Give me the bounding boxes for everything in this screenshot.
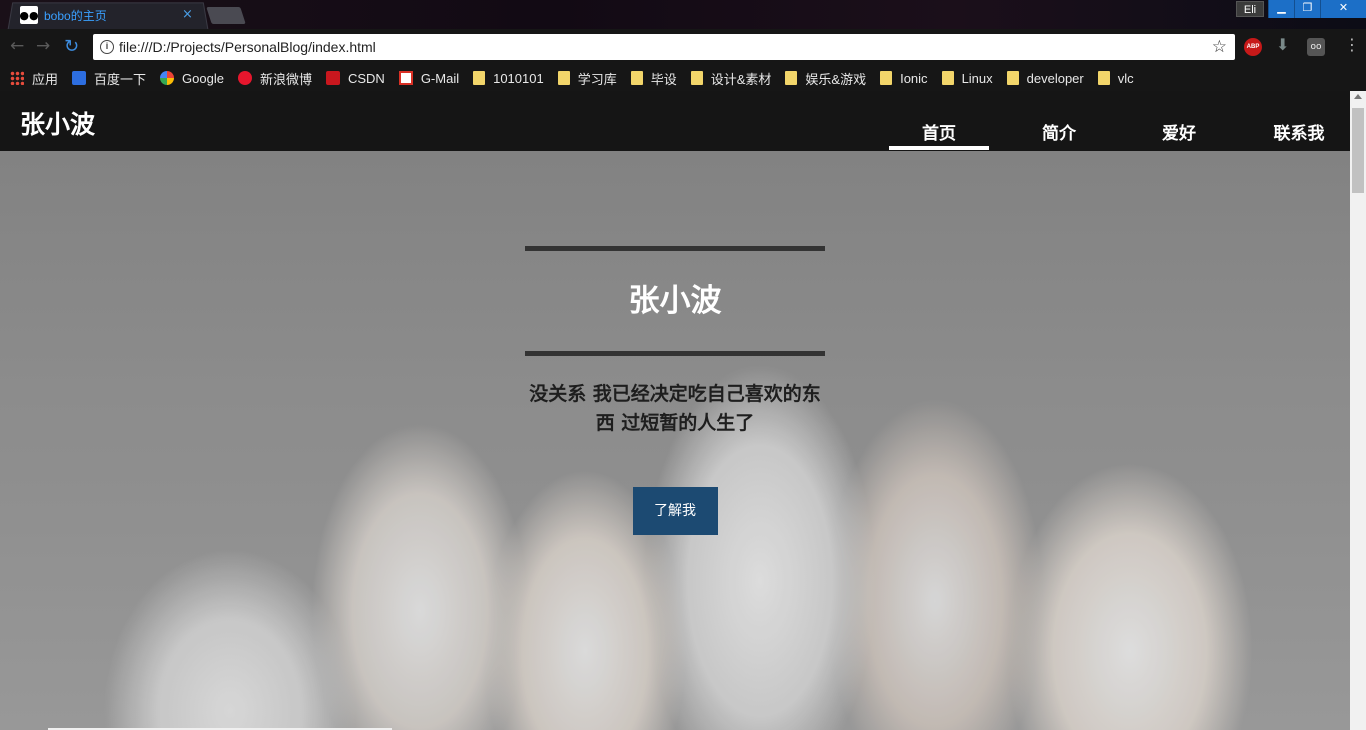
new-tab-button[interactable] xyxy=(206,7,246,24)
gmail-icon xyxy=(398,71,413,85)
learn-more-button[interactable]: 了解我 xyxy=(632,487,718,535)
bookmark-item[interactable]: 1010101 xyxy=(473,71,544,86)
folder-icon xyxy=(941,71,954,85)
folder-icon xyxy=(473,71,486,85)
tab-close-icon[interactable]: × xyxy=(182,7,193,22)
bookmark-label: Google xyxy=(182,70,224,86)
forward-arrow-icon[interactable]: → xyxy=(36,36,50,56)
extension-icon[interactable]: oo xyxy=(1307,38,1325,56)
reload-icon[interactable]: ↻ xyxy=(64,36,79,57)
bookmark-item[interactable]: developer xyxy=(1006,70,1084,86)
folder-icon xyxy=(1006,71,1019,85)
bookmark-item[interactable]: 毕设 xyxy=(630,69,677,88)
adblock-icon[interactable]: ABP xyxy=(1244,38,1262,56)
browser-titlebar: ●● bobo的主页 × Eli ▁ ❐ ✕ xyxy=(0,0,1366,30)
hero-content: 张小波 没关系 我已经决定吃自己喜欢的东西 过短暂的人生了 了解我 xyxy=(525,246,825,535)
apps-icon xyxy=(10,71,24,85)
bookmark-label: 娱乐&游戏 xyxy=(805,71,867,87)
bookmark-item[interactable]: 娱乐&游戏 xyxy=(785,69,866,88)
url-text[interactable]: file:///D:/Projects/PersonalBlog/index.h… xyxy=(119,39,376,55)
bookmark-item[interactable]: Google xyxy=(160,71,224,86)
nav-item-about[interactable]: 简介 xyxy=(1009,119,1109,144)
profile-button[interactable]: Eli xyxy=(1236,1,1264,17)
browser-toolbar: ← → ↻ i file:///D:/Projects/PersonalBlog… xyxy=(0,29,1366,65)
bookmark-label: Ionic xyxy=(900,70,928,86)
hero-divider-bottom xyxy=(525,351,825,356)
bookmark-label: 毕设 xyxy=(650,71,677,87)
hero-divider-top xyxy=(525,246,825,251)
bookmark-star-icon[interactable]: ☆ xyxy=(1212,37,1227,57)
bookmark-label: 学习库 xyxy=(577,71,617,87)
weibo-icon xyxy=(237,71,252,85)
download-icon[interactable]: ⬇ xyxy=(1276,35,1289,54)
csdn-icon xyxy=(325,71,340,85)
baidu-icon xyxy=(72,71,87,85)
site-brand[interactable]: 张小波 xyxy=(20,105,95,141)
nav-item-hobbies[interactable]: 爱好 xyxy=(1129,119,1229,144)
bookmark-item[interactable]: Ionic xyxy=(880,70,928,86)
bookmark-item[interactable]: vlc xyxy=(1097,70,1134,86)
info-icon[interactable]: i xyxy=(100,40,114,54)
nav-item-contact[interactable]: 联系我 xyxy=(1249,119,1349,144)
bookmark-item[interactable]: 应用 xyxy=(10,69,58,88)
hero-banner: 张小波 没关系 我已经决定吃自己喜欢的东西 过短暂的人生了 了解我 xyxy=(0,151,1350,730)
favicon-icon: ●● xyxy=(19,6,39,24)
bookmarks-bar: 应用 百度一下 Google 新浪微博 CSDN G-Mail 1010101 学习库 毕设 设计… xyxy=(0,65,1366,91)
folder-icon xyxy=(785,71,798,85)
bookmark-item[interactable]: Linux xyxy=(941,70,993,86)
window-controls: ▁ ❐ ✕ xyxy=(1268,0,1366,18)
bookmark-label: 设计&素材 xyxy=(710,71,772,87)
bookmark-item[interactable]: 设计&素材 xyxy=(690,69,772,88)
bookmark-item[interactable]: 新浪微博 xyxy=(237,69,312,88)
bookmark-label: 百度一下 xyxy=(94,71,147,87)
scroll-thumb[interactable] xyxy=(1352,108,1364,193)
folder-icon xyxy=(1097,71,1110,85)
hero-title: 张小波 xyxy=(628,283,722,319)
folder-icon xyxy=(557,71,570,85)
site-navbar: 张小波 首页 简介 爱好 联系我 xyxy=(0,91,1350,151)
folder-icon xyxy=(690,71,703,85)
nav-item-home[interactable]: 首页 xyxy=(889,119,989,150)
bookmark-label: vlc xyxy=(1117,70,1134,86)
menu-dots-icon[interactable]: ⋮ xyxy=(1344,35,1360,54)
bookmark-label: 新浪微博 xyxy=(259,71,312,87)
bookmark-label: CSDN xyxy=(347,70,385,86)
bookmark-item[interactable]: 百度一下 xyxy=(72,69,146,88)
bookmark-item[interactable]: CSDN xyxy=(325,70,385,86)
page-scrollbar[interactable] xyxy=(1350,91,1366,730)
tab-content[interactable]: ●● bobo的主页 xyxy=(19,4,107,26)
bookmark-label: developer xyxy=(1026,70,1084,86)
hero-subtitle: 没关系 我已经决定吃自己喜欢的东西 过短暂的人生了 xyxy=(529,383,821,434)
folder-icon xyxy=(630,71,643,85)
bookmark-label: Linux xyxy=(961,70,993,86)
google-icon xyxy=(160,71,175,85)
tab-title: bobo的主页 xyxy=(44,8,107,23)
close-window-icon[interactable]: ✕ xyxy=(1320,0,1366,18)
back-arrow-icon[interactable]: ← xyxy=(10,36,24,56)
bookmark-label: G-Mail xyxy=(420,70,460,86)
restore-icon[interactable]: ❐ xyxy=(1294,0,1320,18)
folder-icon xyxy=(880,71,893,85)
bookmark-label: 应用 xyxy=(32,71,59,87)
page-viewport: 张小波 首页 简介 爱好 联系我 张小波 没关系 我已经决定吃自己喜欢的东西 过… xyxy=(0,91,1350,730)
scroll-up-icon[interactable] xyxy=(1354,94,1362,99)
bookmark-item[interactable]: G-Mail xyxy=(398,70,460,86)
bookmark-label: 1010101 xyxy=(493,70,544,86)
bookmark-item[interactable]: 学习库 xyxy=(557,69,617,88)
minimize-icon[interactable]: ▁ xyxy=(1268,0,1294,18)
address-bar[interactable]: i file:///D:/Projects/PersonalBlog/index… xyxy=(93,34,1235,60)
